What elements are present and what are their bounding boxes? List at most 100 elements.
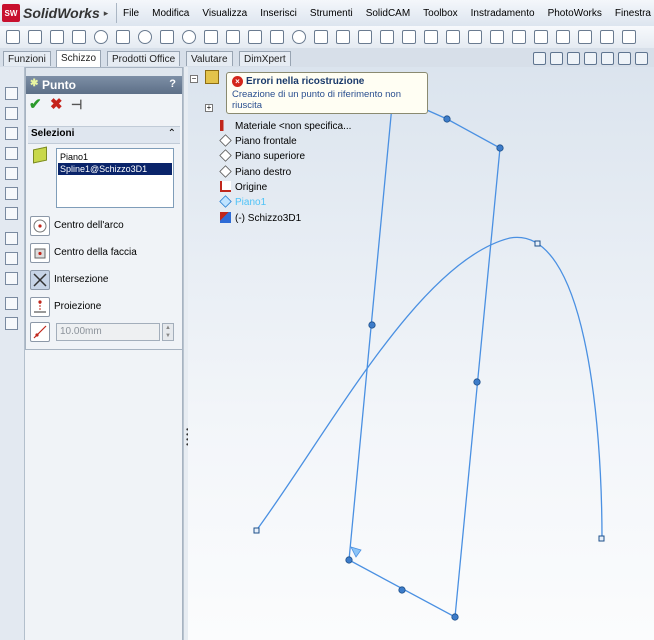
- rotate-icon[interactable]: [534, 30, 548, 44]
- menu-toolbox[interactable]: Toolbox: [423, 8, 457, 19]
- add-relation-icon[interactable]: [5, 252, 18, 265]
- list-item-selected[interactable]: Spline1@Schizzo3D1: [58, 163, 172, 175]
- polygon-icon[interactable]: [160, 30, 174, 44]
- menu-finestra[interactable]: Finestra: [615, 8, 651, 19]
- tab-prodotti-office[interactable]: Prodotti Office: [107, 51, 181, 66]
- tree-item-piano1[interactable]: Piano1: [219, 195, 266, 210]
- x-icon[interactable]: ✖: [50, 97, 63, 112]
- offset-icon[interactable]: [402, 30, 416, 44]
- tree-item-material[interactable]: Materiale <non specifica...: [220, 120, 351, 134]
- arc-center-icon[interactable]: [30, 216, 50, 236]
- circular-pattern-icon[interactable]: [468, 30, 482, 44]
- option-face-center[interactable]: Centro della faccia: [30, 243, 180, 265]
- tab-funzioni[interactable]: Funzioni: [3, 51, 51, 66]
- linear-pattern-icon[interactable]: [446, 30, 460, 44]
- zoom-to-fit-icon[interactable]: [533, 52, 546, 65]
- app-logo[interactable]: SW SolidWorks ▸: [2, 3, 108, 23]
- arc-icon[interactable]: [138, 30, 152, 44]
- menu-file[interactable]: File: [123, 8, 139, 19]
- zoom-area-icon[interactable]: [550, 52, 563, 65]
- slot-icon[interactable]: [116, 30, 130, 44]
- extend-icon[interactable]: [380, 30, 394, 44]
- centerline-icon[interactable]: [314, 30, 328, 44]
- menu-photoworks[interactable]: PhotoWorks: [548, 8, 602, 19]
- iso-view-icon[interactable]: [5, 207, 18, 220]
- tree-item-front-plane[interactable]: Piano frontale: [219, 134, 297, 149]
- tree-collapse-icon[interactable]: −: [190, 75, 198, 83]
- tree-item-top-plane[interactable]: Piano superiore: [219, 149, 305, 164]
- previous-view-icon[interactable]: [567, 52, 580, 65]
- circle-icon[interactable]: [94, 30, 108, 44]
- sketch-icon[interactable]: [6, 30, 20, 44]
- face-center-icon[interactable]: [30, 243, 50, 263]
- selections-list[interactable]: Piano1 Spline1@Schizzo3D1: [56, 148, 174, 208]
- menu-modifica[interactable]: Modifica: [152, 8, 189, 19]
- layer-icon[interactable]: [5, 297, 18, 310]
- distance-icon[interactable]: [30, 322, 50, 342]
- right-view-icon[interactable]: [5, 147, 18, 160]
- copy-icon[interactable]: [512, 30, 526, 44]
- relations-icon[interactable]: [578, 30, 592, 44]
- tab-schizzo[interactable]: Schizzo: [56, 50, 102, 67]
- spline-icon[interactable]: [248, 30, 262, 44]
- selections-section-header[interactable]: Selezioni ⌃: [28, 126, 180, 144]
- list-item[interactable]: Piano1: [58, 151, 172, 163]
- top-view-icon[interactable]: [5, 127, 18, 140]
- repair-icon[interactable]: [600, 30, 614, 44]
- quick-snaps-icon[interactable]: [622, 30, 636, 44]
- menu-strumenti[interactable]: Strumenti: [310, 8, 353, 19]
- cube-view-icon[interactable]: [5, 87, 18, 100]
- distance-spinner[interactable]: ▲ ▼: [162, 323, 174, 341]
- chamfer-icon[interactable]: [226, 30, 240, 44]
- intersection-icon[interactable]: [30, 270, 50, 290]
- properties-icon[interactable]: [5, 317, 18, 330]
- display-style-icon[interactable]: [618, 52, 631, 65]
- collapse-icon[interactable]: ⌃: [168, 128, 176, 139]
- plane-icon: [219, 195, 232, 208]
- rectangle-icon[interactable]: [72, 30, 86, 44]
- text-tool-icon[interactable]: [336, 30, 350, 44]
- part-icon[interactable]: [205, 70, 219, 84]
- panel-tab-strip[interactable]: [26, 68, 182, 76]
- sketch-relations-icon[interactable]: [5, 232, 18, 245]
- tree-expand-icon[interactable]: +: [205, 104, 213, 112]
- projection-icon[interactable]: [30, 297, 50, 317]
- tree-item-origin[interactable]: Origine: [220, 181, 267, 195]
- tab-valutare[interactable]: Valutare: [186, 51, 233, 66]
- tree-item-label: Materiale <non specifica...: [235, 121, 352, 132]
- back-view-icon[interactable]: [5, 167, 18, 180]
- option-intersection[interactable]: Intersezione: [30, 270, 180, 292]
- move-icon[interactable]: [490, 30, 504, 44]
- sketch3d-icon: [220, 212, 231, 223]
- tree-item-right-plane[interactable]: Piano destro: [219, 165, 291, 180]
- mirror-icon[interactable]: [424, 30, 438, 44]
- menu-solidcam[interactable]: SolidCAM: [366, 8, 410, 19]
- scale-icon[interactable]: [556, 30, 570, 44]
- menu-visualizza[interactable]: Visualizza: [202, 8, 247, 19]
- menu-inserisci[interactable]: Inserisci: [260, 8, 297, 19]
- logo-dropdown-icon[interactable]: ▸: [104, 8, 109, 19]
- option-distance[interactable]: [30, 322, 54, 344]
- front-view-icon[interactable]: [5, 107, 18, 120]
- hide-show-icon[interactable]: [635, 52, 648, 65]
- option-projection[interactable]: Proiezione: [30, 297, 180, 319]
- help-icon[interactable]: ?: [169, 78, 176, 90]
- section-view-icon[interactable]: [584, 52, 597, 65]
- trim-icon[interactable]: [358, 30, 372, 44]
- option-arc-center[interactable]: Centro dell'arco: [30, 216, 180, 238]
- fillet-icon[interactable]: [204, 30, 218, 44]
- ellipse-icon[interactable]: [182, 30, 196, 44]
- point-icon[interactable]: [292, 30, 306, 44]
- bottom-view-icon[interactable]: [5, 187, 18, 200]
- tree-item-sketch3d[interactable]: (-) Schizzo3D1: [220, 212, 301, 226]
- pushpin-icon[interactable]: ⊣: [71, 97, 82, 112]
- distance-input[interactable]: 10.00mm: [56, 323, 160, 341]
- plane-tool-icon[interactable]: [270, 30, 284, 44]
- smart-dimension-icon[interactable]: [28, 30, 42, 44]
- check-icon[interactable]: ✔: [29, 97, 42, 112]
- line-icon[interactable]: [50, 30, 64, 44]
- menu-instradamento[interactable]: Instradamento: [471, 8, 535, 19]
- tab-dimxpert[interactable]: DimXpert: [239, 51, 291, 66]
- grid-icon[interactable]: [5, 272, 18, 285]
- view-orientation-icon[interactable]: [601, 52, 614, 65]
